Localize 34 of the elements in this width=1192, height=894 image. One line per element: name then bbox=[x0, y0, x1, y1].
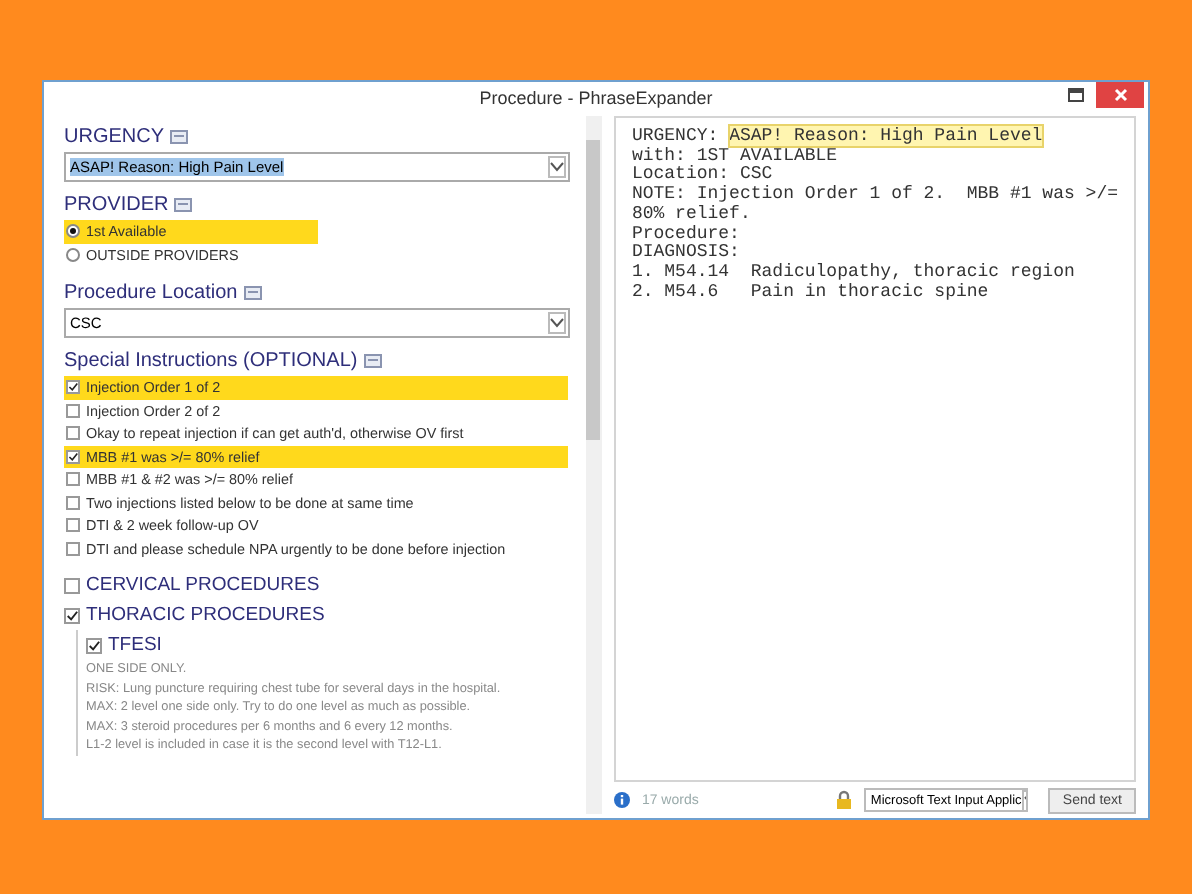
checkbox[interactable] bbox=[66, 380, 80, 395]
close-button[interactable] bbox=[1096, 82, 1144, 108]
note-icon[interactable] bbox=[174, 198, 193, 212]
checkbox[interactable] bbox=[66, 449, 80, 464]
dropdown-arrow-icon[interactable] bbox=[548, 312, 566, 334]
dropdown-arrow-icon[interactable] bbox=[548, 156, 566, 178]
checkbox[interactable] bbox=[66, 518, 80, 533]
note-icon[interactable] bbox=[170, 130, 189, 144]
scrollbar[interactable] bbox=[585, 116, 602, 814]
checkbox[interactable] bbox=[66, 472, 80, 487]
checkbox[interactable] bbox=[64, 577, 80, 593]
section-heading: PROVIDER bbox=[64, 194, 169, 216]
lock-icon bbox=[836, 790, 853, 810]
checkbox[interactable] bbox=[66, 426, 80, 441]
section-heading: URGENCY bbox=[64, 126, 165, 148]
section-heading: Special Instructions (OPTIONAL) bbox=[64, 350, 358, 372]
info-icon bbox=[613, 792, 630, 808]
radio-button[interactable] bbox=[66, 224, 80, 239]
note-icon[interactable] bbox=[363, 354, 382, 368]
radio-button[interactable] bbox=[66, 247, 80, 262]
checkbox[interactable] bbox=[86, 637, 102, 653]
checkbox[interactable] bbox=[66, 403, 80, 418]
preview-text-area: URGENCY: ASAP! Reason: High Pain Level with: 1ST AVAILABLE Location: CSC NOTE: Injection Order 1 of 2. MBB #1 was >/= 80% relief. Procedure: DIAGNOSIS: 1. M54.14 Radiculopathy, thoracic region 2. M54.6 Pain in thoracic spine bbox=[613, 116, 1136, 782]
checkbox[interactable] bbox=[66, 541, 80, 556]
procedure-item[interactable]: TFESI bbox=[86, 630, 586, 660]
window-title: Procedure - PhraseExpander bbox=[479, 87, 713, 107]
checkbox[interactable] bbox=[64, 607, 80, 623]
note-icon[interactable] bbox=[243, 286, 262, 300]
procedure-group[interactable]: THORACIC PROCEDURES bbox=[64, 600, 586, 630]
section-heading: Procedure Location bbox=[64, 282, 238, 304]
close-icon bbox=[1113, 88, 1127, 102]
maximize-icon[interactable] bbox=[1068, 88, 1084, 102]
checkbox[interactable] bbox=[66, 495, 80, 510]
procedure-group[interactable]: CERVICAL PROCEDURES bbox=[64, 570, 586, 600]
